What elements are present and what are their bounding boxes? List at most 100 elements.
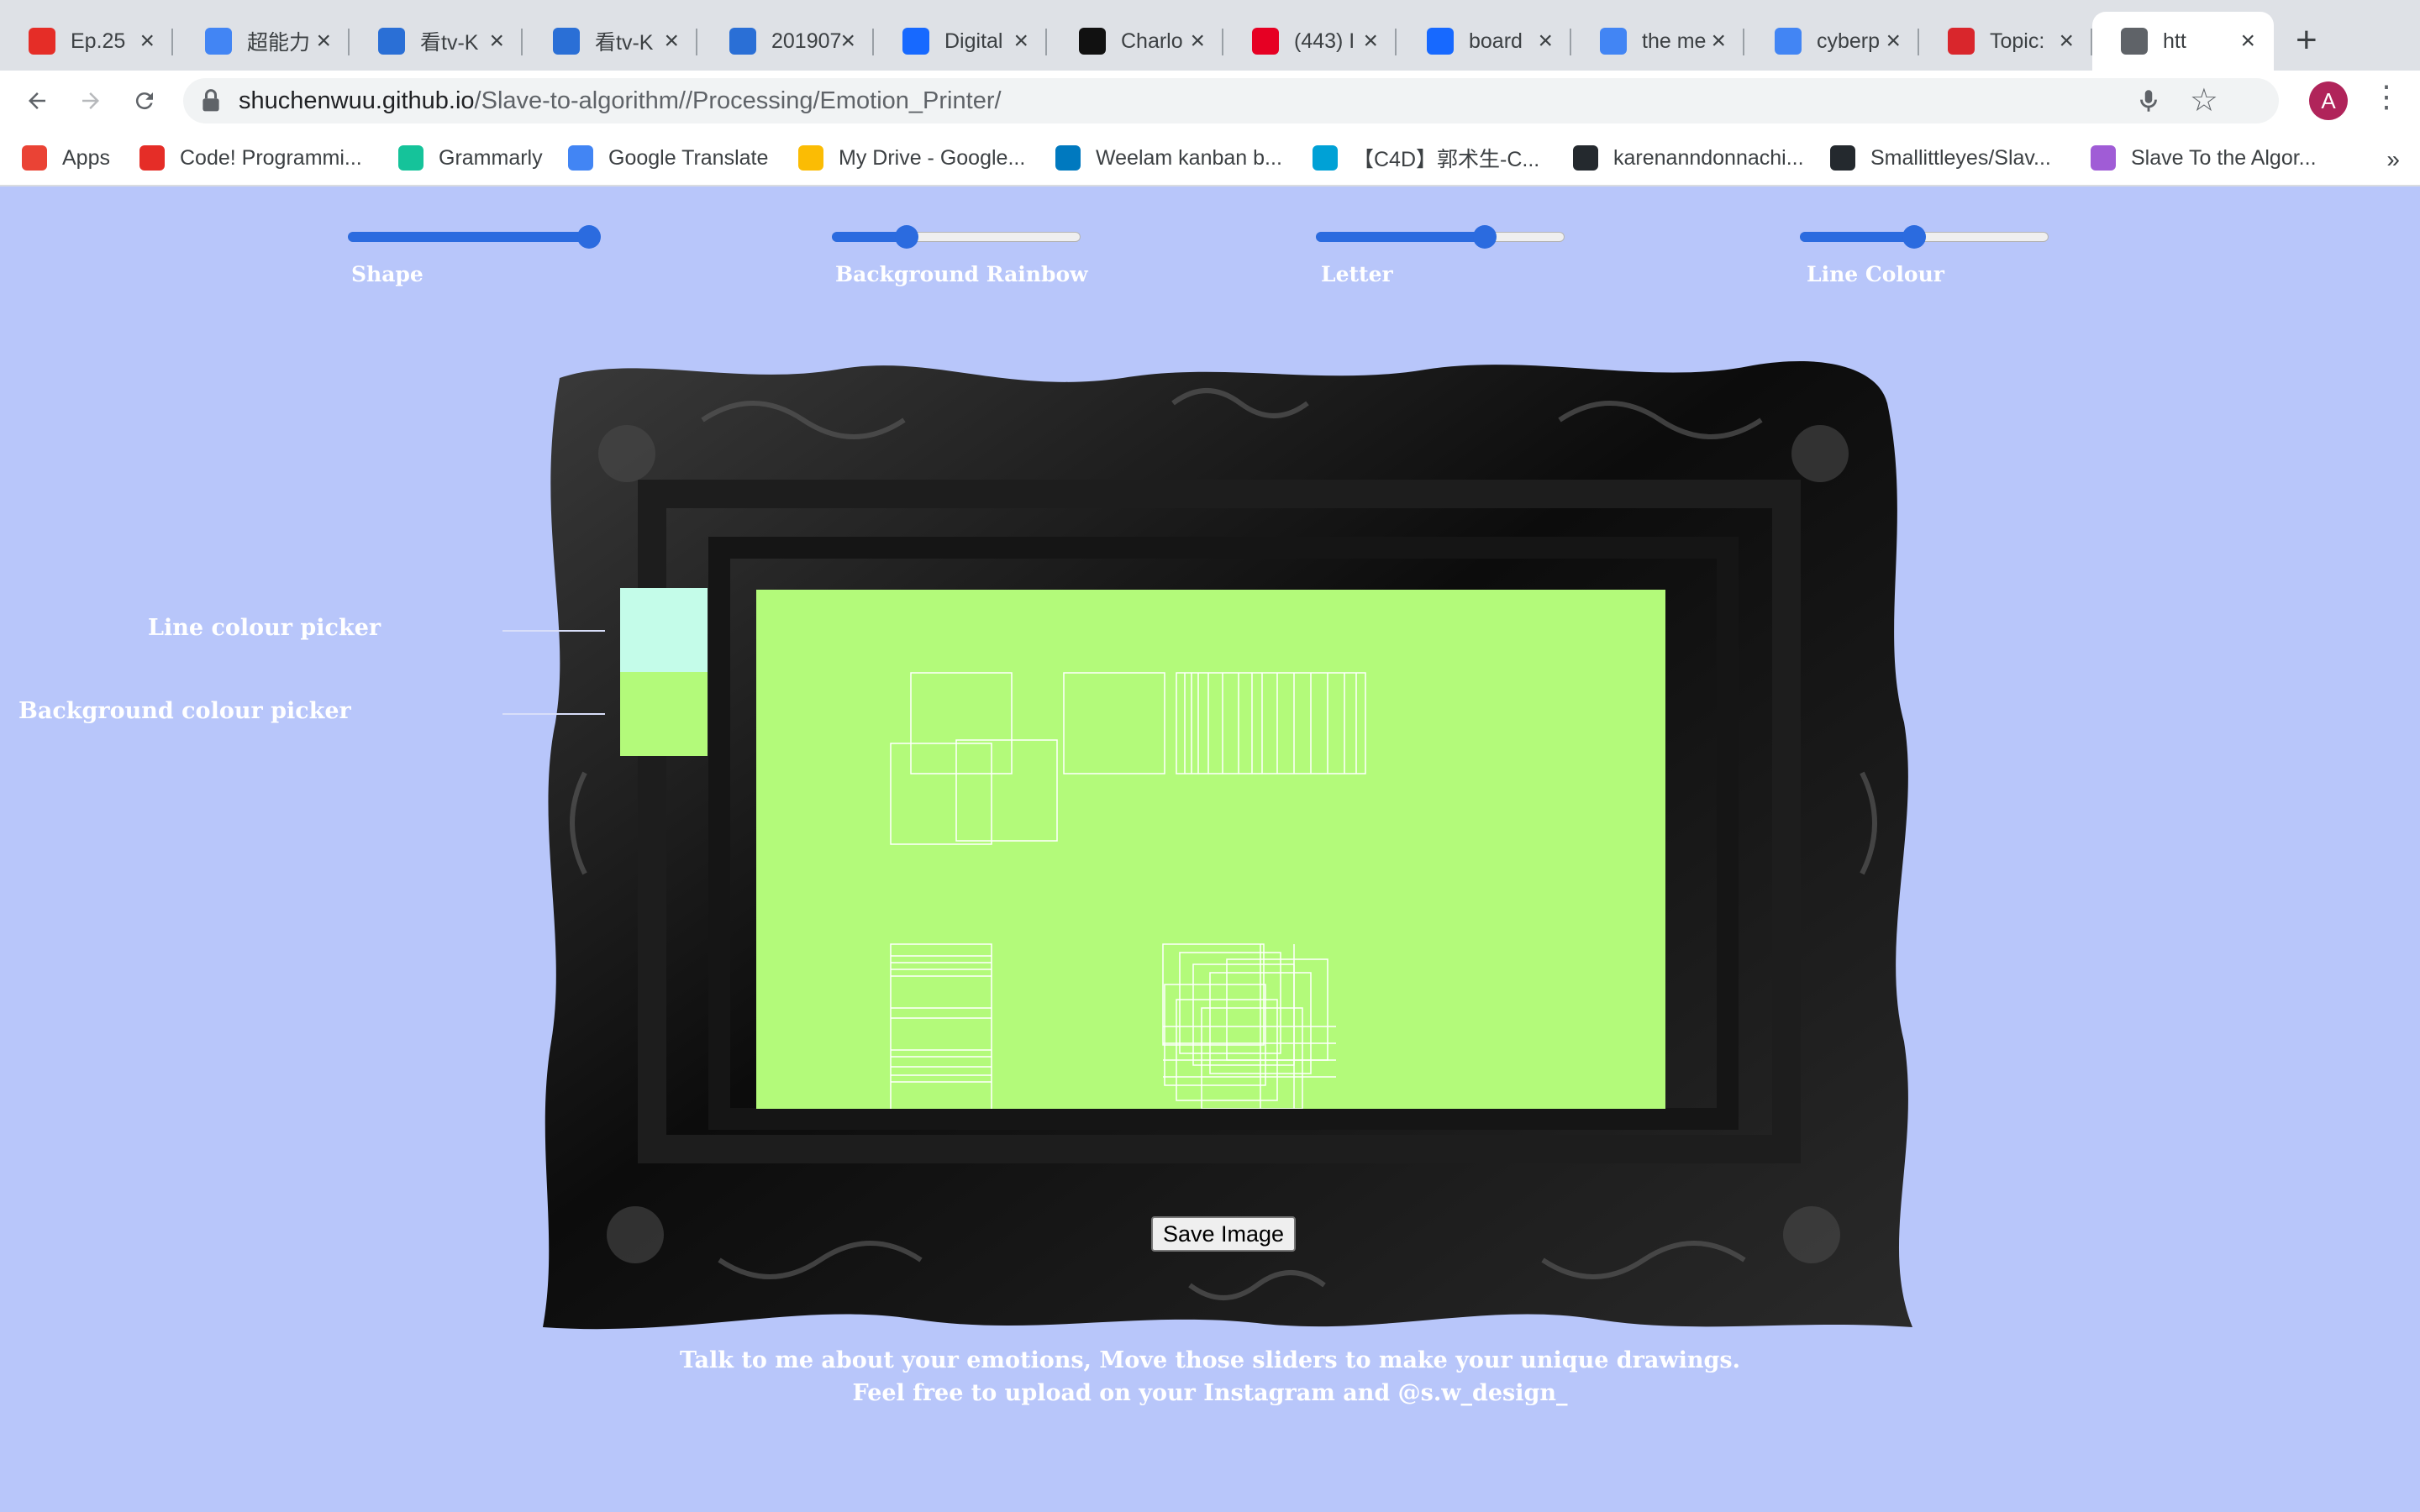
behance-icon — [902, 28, 929, 55]
background-colour-picker[interactable] — [620, 672, 708, 756]
slider-thumb[interactable] — [1902, 225, 1926, 249]
address-bar[interactable]: shuchenwuu.github.io/Slave-to-algorithm/… — [183, 78, 2279, 123]
bookmark-item[interactable]: Google Translate — [568, 141, 768, 175]
bookmark-item[interactable]: Weelam kanban b... — [1055, 141, 1282, 175]
bookmark-label: Apps — [62, 145, 110, 170]
bookmark-item[interactable]: Grammarly — [398, 141, 543, 175]
emotion-slider[interactable] — [1316, 225, 1565, 249]
close-icon[interactable]: × — [1013, 29, 1028, 54]
background-colour-connector — [502, 713, 605, 715]
bookmark-label: Code! Programmi... — [180, 145, 362, 170]
bookmark-item[interactable]: Smallittleyes/Slav... — [1830, 141, 2051, 175]
tab-title: htt — [2163, 29, 2186, 53]
close-icon[interactable]: × — [2240, 29, 2255, 54]
bookmark-item[interactable]: Slave To the Algor... — [2091, 141, 2317, 175]
slider-thumb[interactable] — [1473, 225, 1497, 249]
c-logo-icon — [1079, 28, 1106, 55]
slider-fill — [1800, 232, 1914, 242]
browser-tab[interactable]: Digital × — [874, 12, 1047, 71]
behance-icon — [1427, 28, 1454, 55]
tv-icon — [553, 28, 580, 55]
topic-icon — [1948, 28, 1975, 55]
close-icon[interactable]: × — [664, 29, 679, 54]
close-icon[interactable]: × — [489, 29, 504, 54]
browser-tab[interactable]: Charlo × — [1050, 12, 1223, 71]
bookmark-label: Smallittleyes/Slav... — [1870, 145, 2051, 170]
forward-arrow-icon — [82, 92, 99, 109]
pinterest-icon — [1252, 28, 1279, 55]
slider-thumb[interactable] — [577, 225, 601, 249]
footer-line-2: Feel free to upload on your Instagram an… — [852, 1380, 1568, 1406]
bookmark-star-icon[interactable]: ☆ — [2190, 81, 2218, 119]
back-button[interactable] — [17, 81, 57, 121]
bookmarks-overflow-chevron[interactable]: » — [2386, 146, 2400, 173]
browser-tab[interactable]: htt × — [2092, 12, 2274, 71]
browser-tab[interactable]: 看tv-K × — [350, 12, 523, 71]
line-colour-picker-label: Line colour picker — [148, 615, 381, 641]
browser-tab[interactable]: cyberp × — [1746, 12, 1919, 71]
bookmark-label: My Drive - Google... — [839, 145, 1026, 170]
save-image-button[interactable]: Save Image — [1151, 1216, 1296, 1252]
drawing-canvas[interactable] — [756, 590, 1665, 1109]
trello-icon — [1055, 145, 1081, 171]
tab-strip: Ep.25 × 超能力 × 看tv-K × 看tv-K × 201907 × Digital × Cha… — [0, 0, 2420, 71]
new-tab-button[interactable]: + — [2296, 22, 2317, 59]
browser-tab[interactable]: the me × — [1571, 12, 1744, 71]
bookmark-item[interactable]: Apps — [22, 141, 110, 175]
browser-tab[interactable]: 看tv-K × — [524, 12, 697, 71]
emotion-slider[interactable] — [348, 225, 601, 249]
tab-separator — [521, 29, 523, 55]
close-icon[interactable]: × — [840, 29, 855, 54]
globe-icon — [2121, 28, 2148, 55]
emotion-slider[interactable] — [1800, 225, 2049, 249]
slider-fill — [1316, 232, 1485, 242]
footer-line-1: Talk to me about your emotions, Move tho… — [680, 1347, 1740, 1373]
line-colour-connector — [502, 630, 605, 632]
bookmark-label: Weelam kanban b... — [1096, 145, 1282, 170]
tab-separator — [1395, 29, 1397, 55]
url-host: shuchenwuu.github.io — [239, 87, 475, 114]
browser-menu-icon[interactable]: ⋮ — [2371, 79, 2402, 114]
browser-tab[interactable]: (443) I × — [1223, 12, 1397, 71]
browser-tab[interactable]: 201907 × — [701, 12, 874, 71]
apps-grid-icon — [22, 145, 47, 171]
close-icon[interactable]: × — [139, 29, 155, 54]
github-icon — [1830, 145, 1855, 171]
reload-button[interactable] — [124, 81, 165, 121]
bookmark-item[interactable]: karenanndonnachi... — [1573, 141, 1804, 175]
tab-separator — [696, 29, 697, 55]
browser-tab[interactable]: 超能力 × — [176, 12, 350, 71]
close-icon[interactable]: × — [316, 29, 331, 54]
close-icon[interactable]: × — [1711, 29, 1726, 54]
profile-avatar[interactable]: A — [2309, 81, 2348, 120]
google-icon — [205, 28, 232, 55]
reload-icon — [135, 92, 153, 110]
line-colour-picker[interactable] — [620, 588, 708, 672]
forward-button[interactable] — [71, 81, 111, 121]
close-icon[interactable]: × — [1363, 29, 1378, 54]
microphone-icon[interactable] — [2134, 87, 2163, 115]
browser-tab[interactable]: Ep.25 × — [0, 12, 173, 71]
slider-thumb[interactable] — [895, 225, 918, 249]
bilibili-icon — [1313, 145, 1338, 171]
tv-icon — [729, 28, 756, 55]
bookmark-item[interactable]: My Drive - Google... — [798, 141, 1025, 175]
bookmark-item[interactable]: Code! Programmi... — [139, 141, 362, 175]
slider-label: Background Rainbow — [835, 262, 1088, 286]
browser-tab[interactable]: board × — [1398, 12, 1571, 71]
close-icon[interactable]: × — [1190, 29, 1205, 54]
youtube-icon — [29, 28, 55, 55]
drive-icon — [798, 145, 823, 171]
bookmark-item[interactable]: 【C4D】郭术生-C... — [1313, 141, 1539, 175]
close-icon[interactable]: × — [1886, 29, 1901, 54]
bookmark-label: karenanndonnachi... — [1613, 145, 1804, 170]
browser-tab[interactable]: Topic: × — [1919, 12, 2092, 71]
slider-fill — [348, 232, 589, 242]
grammarly-icon — [398, 145, 424, 171]
close-icon[interactable]: × — [2059, 29, 2074, 54]
slider-label: Line Colour — [1807, 262, 1944, 286]
back-arrow-icon — [29, 92, 45, 109]
emotion-slider[interactable] — [832, 225, 1081, 249]
tab-separator — [1743, 29, 1744, 55]
close-icon[interactable]: × — [1538, 29, 1553, 54]
